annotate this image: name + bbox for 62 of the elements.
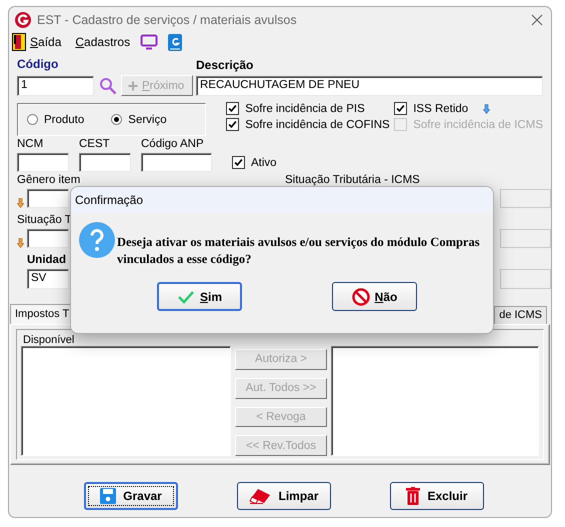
checkbox-label: Sofre incidência de COFINS: [245, 118, 390, 130]
book-icon[interactable]: [168, 34, 182, 50]
checkbox[interactable]: [226, 118, 240, 131]
floppy-icon: [100, 488, 116, 504]
dialog-title: Confirmação: [75, 193, 144, 207]
window-title: EST - Cadastro de serviços / materiais avulsos: [37, 12, 298, 26]
down-arrow-icon[interactable]: [17, 198, 24, 208]
field-label: Unidad: [27, 254, 66, 267]
input-field[interactable]: [79, 153, 131, 172]
checkbox[interactable]: [226, 102, 240, 115]
save-button[interactable]: Gravar: [84, 482, 178, 510]
logo-icon: [15, 12, 31, 28]
checkbox[interactable]: [232, 156, 245, 169]
field-label: Código ANP: [141, 138, 204, 151]
no-button[interactable]: Não: [332, 282, 417, 311]
radio-button[interactable]: [111, 114, 122, 125]
down-arrow-icon[interactable]: [17, 238, 24, 248]
search-icon[interactable]: [99, 76, 117, 94]
checkbox-label: Sofre incidência de PIS: [245, 102, 365, 114]
menu-item[interactable]: Saída: [30, 35, 62, 49]
down-arrow-icon[interactable]: [483, 104, 490, 114]
input-field[interactable]: [17, 153, 69, 172]
input-field[interactable]: [27, 189, 69, 208]
unit-field[interactable]: SV: [27, 269, 69, 289]
description-field[interactable]: RECAUCHUTAGEM DE PNEU: [196, 76, 543, 96]
list-label: Disponível: [22, 334, 76, 346]
input-field[interactable]: [500, 189, 551, 208]
checkbox[interactable]: [394, 102, 408, 115]
menu-item[interactable]: Cadastros: [75, 35, 130, 49]
input-field[interactable]: [27, 229, 69, 248]
checkbox-label: Ativo: [251, 156, 277, 168]
radio-label: Serviço: [128, 114, 167, 126]
door-icon[interactable]: [12, 33, 26, 51]
check-icon: [176, 290, 195, 304]
input-field[interactable]: [141, 153, 212, 172]
clear-button[interactable]: Limpar: [237, 482, 331, 510]
eraser-icon: [249, 488, 272, 504]
field-label: Situação Tributária - ICMS: [285, 174, 420, 187]
yes-button[interactable]: Sim: [157, 282, 242, 311]
field-label: NCM: [17, 138, 44, 151]
input-field[interactable]: [500, 269, 551, 289]
tab[interactable]: de ICMS: [494, 306, 547, 324]
authorized-list[interactable]: [331, 346, 539, 456]
trash-icon: [406, 487, 420, 505]
code-field[interactable]: 1: [17, 76, 94, 96]
field-label: Descrição: [196, 59, 254, 72]
monitor-icon[interactable]: [140, 34, 158, 50]
input-field[interactable]: [500, 229, 551, 248]
field-label: Gênero item: [17, 174, 80, 187]
close-icon[interactable]: [531, 14, 543, 26]
radio-label: Produto: [44, 114, 84, 126]
plus-icon: [128, 80, 138, 90]
dialog-message: Deseja ativar os materiais avulsos e/ou serviços do módulo Compras vinculados a esse código?: [117, 234, 481, 268]
no-entry-icon: [352, 288, 370, 306]
radio-button[interactable]: [27, 114, 38, 125]
checkbox-label: ISS Retido: [413, 102, 468, 114]
field-label: Código: [17, 58, 58, 71]
delete-button[interactable]: Excluir: [390, 482, 484, 510]
available-list[interactable]: [21, 346, 231, 456]
question-icon: [79, 222, 115, 258]
checkbox-label: Sofre incidência de ICMS: [413, 118, 543, 130]
field-label: CEST: [79, 138, 110, 151]
